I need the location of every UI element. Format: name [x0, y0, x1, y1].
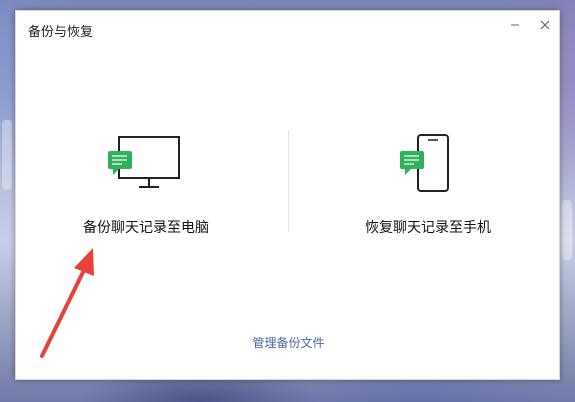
minimize-button[interactable] [505, 15, 525, 35]
manage-backup-files-link[interactable]: 管理备份文件 [16, 334, 561, 351]
background-streak [562, 200, 572, 260]
backup-to-pc-option[interactable]: 备份聊天记录至电脑 [46, 121, 246, 241]
dialog-title: 备份与恢复 [28, 25, 94, 40]
monitor-chat-icon [103, 131, 189, 205]
phone-chat-icon [393, 131, 463, 205]
backup-to-pc-label: 备份聊天记录至电脑 [83, 220, 209, 236]
option-divider [288, 130, 289, 231]
backup-restore-dialog: 备份与恢复 备份聊天记录至电脑 恢复聊天记录至手机 管理备份文件 [15, 10, 560, 380]
background-streak [2, 120, 12, 190]
minimize-icon [511, 24, 519, 26]
close-button[interactable] [535, 15, 555, 35]
close-icon [540, 20, 550, 30]
restore-to-phone-option[interactable]: 恢复聊天记录至手机 [328, 121, 528, 241]
restore-to-phone-label: 恢复聊天记录至手机 [365, 220, 491, 236]
